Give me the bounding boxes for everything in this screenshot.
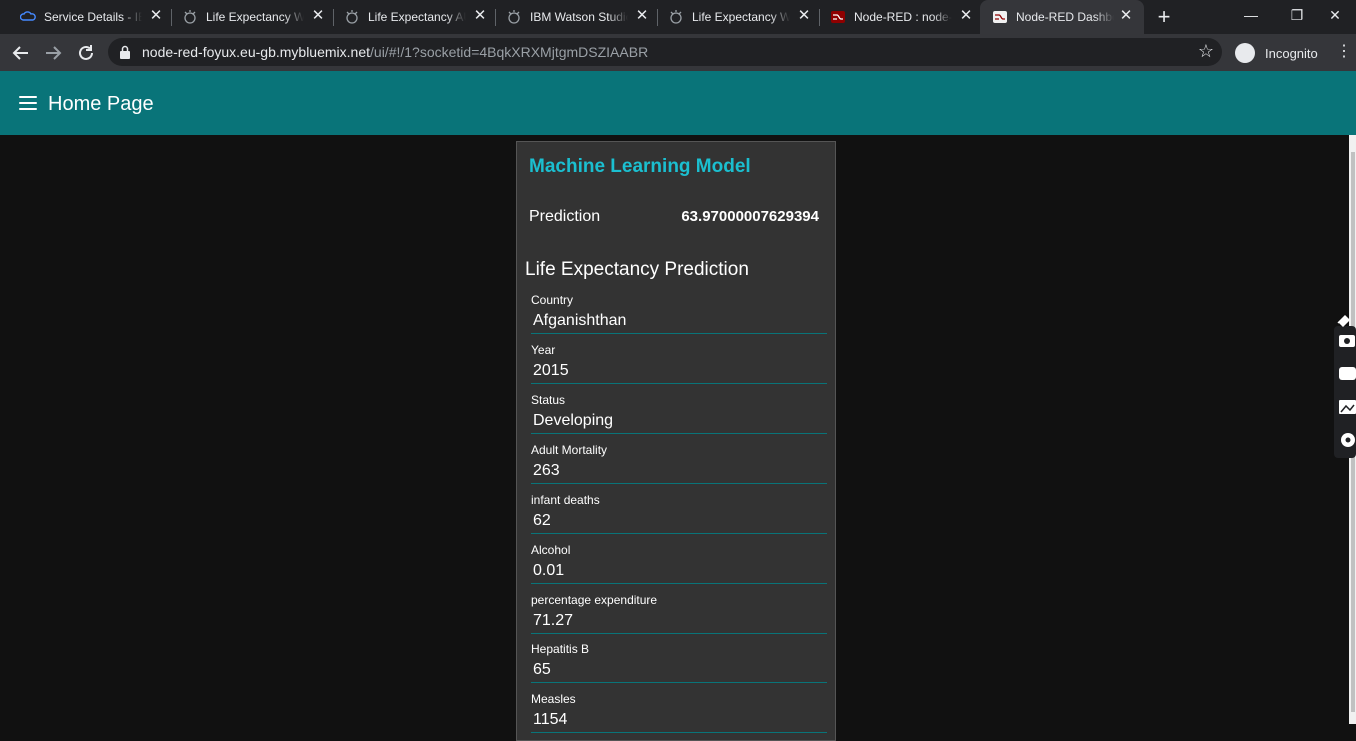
- field-underline: [531, 433, 827, 434]
- field-label: Alcohol: [531, 543, 571, 557]
- tab-title: Node-RED Dashboard: [1016, 10, 1114, 24]
- browser-tab[interactable]: IBM Watson Studio ✕: [486, 0, 656, 34]
- browser-menu-icon[interactable]: ⋮: [1336, 42, 1352, 62]
- browser-tab[interactable]: Service Details - IBM Cloud ✕: [0, 0, 170, 34]
- tab-title: IBM Watson Studio: [530, 10, 628, 24]
- prediction-label: Prediction: [529, 208, 601, 225]
- url-host: node-red-foyux.eu-gb.mybluemix.net: [142, 44, 371, 60]
- measles-field: Measles: [531, 692, 827, 738]
- field-underline: [531, 533, 827, 534]
- browser-tab-active[interactable]: Node-RED Dashboard ✕: [980, 0, 1144, 34]
- watson-icon: [670, 10, 682, 24]
- hepatitis-b-input[interactable]: [533, 659, 823, 681]
- prediction-value: 63.97000007629394: [681, 208, 819, 225]
- incognito-icon: [1235, 43, 1255, 63]
- back-button[interactable]: [8, 40, 34, 66]
- url-path: /ui/#!/1?socketid=4BqkXRXMjtgmDSZIAABR: [370, 44, 649, 60]
- arrow-left-icon: [12, 46, 28, 60]
- close-icon[interactable]: ✕: [958, 8, 974, 24]
- percentage-expenditure-field: percentage expenditure: [531, 593, 827, 639]
- status-input[interactable]: [533, 410, 823, 432]
- video-icon[interactable]: [1339, 367, 1356, 380]
- field-underline: [531, 483, 827, 484]
- adult-mortality-field: Adult Mortality: [531, 443, 827, 489]
- settings-gear-icon[interactable]: [1341, 433, 1355, 447]
- tab-title: Life Expectancy AU: [368, 10, 466, 24]
- alcohol-input[interactable]: [533, 560, 823, 582]
- field-underline: [531, 732, 827, 733]
- gallery-icon[interactable]: [1339, 400, 1356, 414]
- field-label: Adult Mortality: [531, 443, 608, 457]
- watson-icon: [508, 10, 520, 24]
- tab-strip: Service Details - IBM Cloud ✕ Life Expec…: [0, 0, 1356, 34]
- watson-icon: [184, 10, 196, 24]
- country-input[interactable]: [533, 310, 823, 332]
- tab-title: Service Details - IBM Cloud: [44, 10, 142, 24]
- field-underline: [531, 383, 827, 384]
- incognito-label: Incognito: [1265, 45, 1318, 61]
- arrow-right-icon: [46, 46, 62, 60]
- infant-deaths-field: infant deaths: [531, 493, 827, 539]
- new-tab-button[interactable]: +: [1152, 6, 1176, 28]
- hamburger-menu-icon[interactable]: [19, 96, 37, 110]
- field-label: Status: [531, 393, 566, 407]
- field-label: Country: [531, 293, 574, 307]
- close-icon[interactable]: ✕: [1118, 8, 1134, 24]
- country-field: Country: [531, 293, 827, 339]
- field-label: Measles: [531, 692, 576, 706]
- browser-tab[interactable]: Life Expectancy Wk ✕: [648, 0, 818, 34]
- field-label: percentage expenditure: [531, 593, 658, 607]
- watson-icon: [346, 10, 358, 24]
- side-tool-strip: [1334, 308, 1356, 458]
- window-close-button[interactable]: ✕: [1312, 0, 1356, 30]
- field-underline: [531, 633, 827, 634]
- field-underline: [531, 583, 827, 584]
- node-red-icon: [831, 11, 845, 23]
- forward-button[interactable]: [40, 40, 66, 66]
- tab-title: Node-RED : node-red: [854, 10, 952, 24]
- ibm-cloud-icon: [20, 11, 36, 21]
- url-text: node-red-foyux.eu-gb.mybluemix.net/ui/#!…: [142, 44, 648, 60]
- node-red-icon: [993, 11, 1007, 23]
- hepatitis-b-field: Hepatitis B: [531, 642, 827, 688]
- percentage-expenditure-input[interactable]: [533, 610, 823, 632]
- infant-deaths-input[interactable]: [533, 510, 823, 532]
- field-label: Hepatitis B: [531, 642, 590, 656]
- card-title: Machine Learning Model: [529, 156, 751, 177]
- reload-button[interactable]: [73, 40, 99, 66]
- status-field: Status: [531, 393, 827, 439]
- lock-icon: [120, 45, 130, 59]
- camera-icon[interactable]: [1339, 335, 1355, 347]
- year-input[interactable]: [533, 360, 823, 382]
- field-label: infant deaths: [531, 493, 600, 507]
- browser-tab[interactable]: Life Expectancy AU ✕: [324, 0, 494, 34]
- incognito-indicator[interactable]: Incognito: [1235, 40, 1318, 66]
- form-title: Life Expectancy Prediction: [525, 259, 749, 280]
- alcohol-field: Alcohol: [531, 543, 827, 589]
- browser-tab[interactable]: Node-RED : node-red ✕: [810, 0, 980, 34]
- minimize-button[interactable]: —: [1228, 0, 1274, 30]
- page-title: Home Page: [48, 93, 154, 115]
- year-field: Year: [531, 343, 827, 389]
- app-toolbar: Home Page: [0, 71, 1356, 135]
- bookmark-star-icon[interactable]: ☆: [1198, 41, 1214, 62]
- field-underline: [531, 682, 827, 683]
- tab-title: Life Expectancy Wk: [206, 10, 304, 24]
- measles-input[interactable]: [533, 709, 823, 731]
- pin-icon[interactable]: [1337, 314, 1351, 328]
- field-label: Year: [531, 343, 556, 357]
- adult-mortality-input[interactable]: [533, 460, 823, 482]
- ml-model-card: Machine Learning Model Prediction 63.970…: [516, 141, 836, 741]
- tab-title: Life Expectancy Wk: [692, 10, 790, 24]
- field-underline: [531, 333, 827, 334]
- address-bar[interactable]: node-red-foyux.eu-gb.mybluemix.net/ui/#!…: [108, 38, 1222, 66]
- reload-icon: [79, 45, 93, 60]
- browser-tab[interactable]: Life Expectancy Wk ✕: [162, 0, 332, 34]
